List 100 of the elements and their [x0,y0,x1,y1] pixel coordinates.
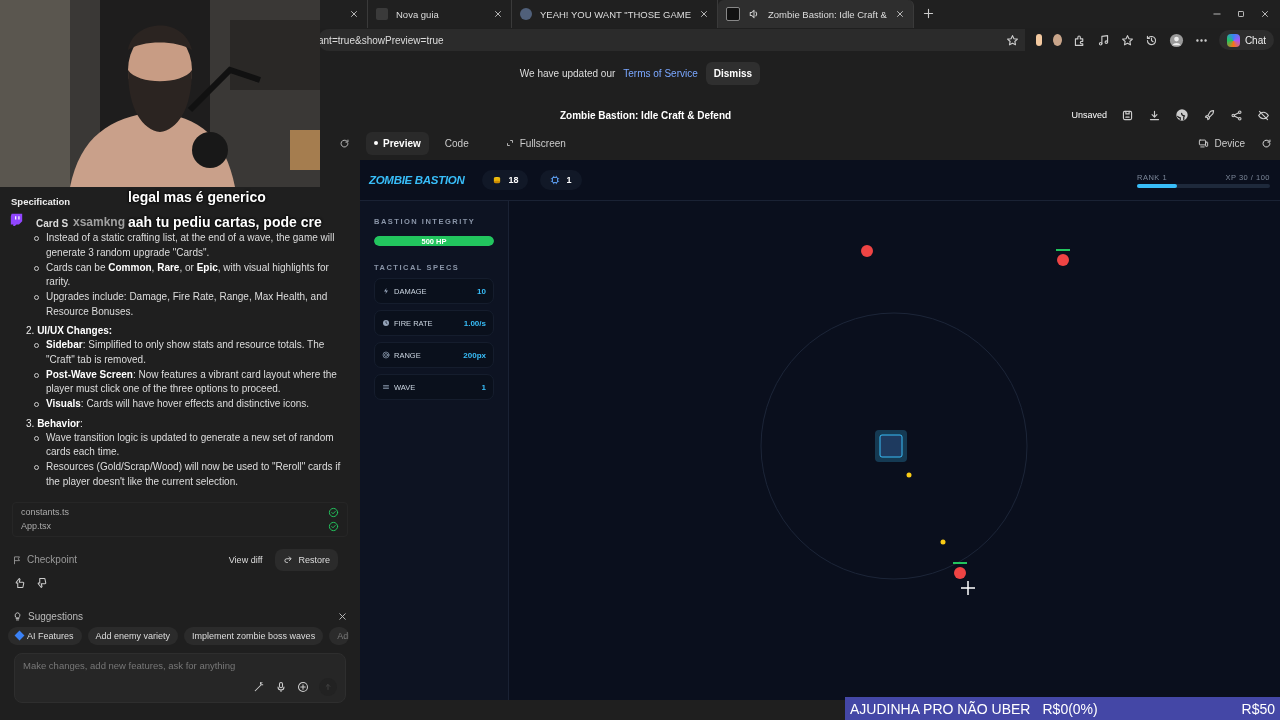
suggestion-chip[interactable]: Add enemy variety [87,626,179,645]
coin-counter: 18 [482,170,529,190]
profile-icon[interactable] [1168,32,1184,48]
view-diff-button[interactable]: View diff [220,548,271,571]
donation-title: AJUDINHA PRO NÃO UBER [850,700,1031,717]
view-tab[interactable]: Code [436,131,477,155]
redo-icon [283,554,294,565]
flag-icon [12,554,22,565]
save-status: Unsaved [1071,110,1107,120]
share-icon[interactable] [1230,108,1243,122]
device-button[interactable]: Device [1190,131,1253,155]
file-name: App.tsx [21,521,51,531]
stat-value: 200px [463,350,486,360]
browser-tab[interactable]: Nova guia [368,0,512,28]
rocket-icon[interactable] [1203,108,1216,122]
refresh-icon[interactable] [339,137,350,149]
device-icon [1198,137,1210,149]
speaker-icon [748,8,760,20]
wand-icon[interactable] [253,680,265,693]
address-field[interactable]: ant=true&showPreview=true [318,29,1025,51]
tower-icon [875,430,907,462]
stat-value: 1 [481,382,486,392]
section-heading: 3. Behavior: [26,417,84,429]
music-icon[interactable] [1096,33,1110,47]
clock-icon [382,319,390,327]
close-icon[interactable] [699,9,709,19]
list-item: Resources (Gold/Scrap/Wood) will now be used to "Reroll" cards if the player doesn't like the current selection. [46,460,342,489]
donation-amount: R$0(0%) [1042,700,1098,717]
lines-icon [382,383,390,391]
restore-button[interactable]: Restore [275,548,338,571]
terms-link[interactable]: Terms of Service [623,67,698,79]
chat-button[interactable]: Chat [1218,30,1274,50]
close-icon[interactable] [894,9,905,19]
suggestions-title: Suggestions [28,610,85,622]
section-heading: Card S [36,218,70,229]
zombie-icon [953,562,967,579]
browser-tab[interactable]: Zombie Bastion: Idle Craft & [718,0,914,28]
close-icon[interactable] [493,9,503,19]
list-item: Visuals: Cards will have hover effects and distinctive icons. [46,397,310,411]
extension-icon[interactable] [1052,34,1062,46]
chat-message: legal mas é generico [128,188,266,207]
stat-value: 10 [477,286,486,296]
chip-counter: 1 [540,170,582,190]
list-item: Upgrades include: Damage, Fire Rate, Range, Max Health, and Resource Bonuses. [46,290,329,319]
donation-goal: R$50 [1241,700,1275,717]
dismiss-button[interactable]: Dismiss [705,61,761,85]
file-name: constants.ts [21,507,70,517]
puzzle-icon[interactable] [1072,33,1086,47]
section-title: Specification [11,196,71,207]
section-heading: 2. UI/UX Changes: [26,325,114,336]
mic-icon[interactable] [275,680,287,693]
list-item: Cards can be Common, Rare, or Epic, with visual highlights for rarity. [46,260,330,289]
view-tab[interactable]: Preview [366,131,429,155]
star-icon[interactable] [1120,33,1134,47]
chat-message: aah tu pediu cartas, pode cre [128,213,322,232]
attach-icon[interactable] [297,680,309,693]
history-icon[interactable] [1144,33,1158,47]
close-icon[interactable] [1260,9,1270,19]
bullet-icon [906,472,912,478]
chat-username: xsamkng [73,215,126,229]
suggestion-chip[interactable]: AI Features [8,626,82,645]
bolt-icon [382,287,390,295]
chip-icon [550,175,561,185]
stat-value: 1.00/s [463,318,486,328]
crosshair-cursor-icon [960,580,976,596]
bulb-icon [12,610,23,622]
list-item: Sidebar: Simplified to only show stats and resource totals. The "Craft" tab is removed. [46,338,326,367]
save-icon[interactable] [1121,108,1134,122]
game-logo: ZOMBIE BASTION [369,174,465,186]
close-icon[interactable] [337,610,348,622]
checkpoint-label: Checkpoint [27,554,78,565]
thumbs-up-icon[interactable] [14,576,26,589]
close-icon[interactable] [349,9,359,19]
arrow-up-icon [323,681,333,692]
list-item: Post-Wave Screen: Now features a vibrant card layout where the player must click one of the three options to proceed. [46,367,338,396]
extension-icon[interactable] [1036,34,1042,46]
message-input[interactable]: Make changes, add new features, ask for anything [23,659,337,671]
page-icon [376,8,388,20]
star-icon[interactable] [1006,33,1019,47]
list-item: Instead of a static crafting list, at the end of a wave, the game will generate 3 random upgrade "Cards". [46,231,336,260]
page-icon [726,7,740,21]
suggestion-chip[interactable]: Implement zombie boss waves [184,626,324,645]
page-icon [520,8,532,20]
zombie-icon [1056,249,1070,266]
expand-icon [504,138,515,148]
twitch-icon [10,213,23,226]
target-icon [382,351,390,359]
zombie-icon [861,245,873,257]
refresh-icon[interactable] [1261,137,1272,149]
fullscreen-button[interactable]: Fullscreen [496,131,574,155]
download-icon[interactable] [1148,108,1161,122]
bullet-icon [940,539,946,545]
notice-text: We have updated our [519,67,616,79]
maximize-icon[interactable] [1236,9,1246,19]
hide-icon[interactable] [1257,108,1270,122]
thumbs-down-icon[interactable] [36,576,48,589]
project-title: Zombie Bastion: Idle Craft & Defend [560,109,732,121]
new-tab-icon[interactable] [921,6,935,20]
list-item: Wave transition logic is updated to generate a new set of random cards each time. [46,430,335,459]
check-icon [328,520,339,532]
